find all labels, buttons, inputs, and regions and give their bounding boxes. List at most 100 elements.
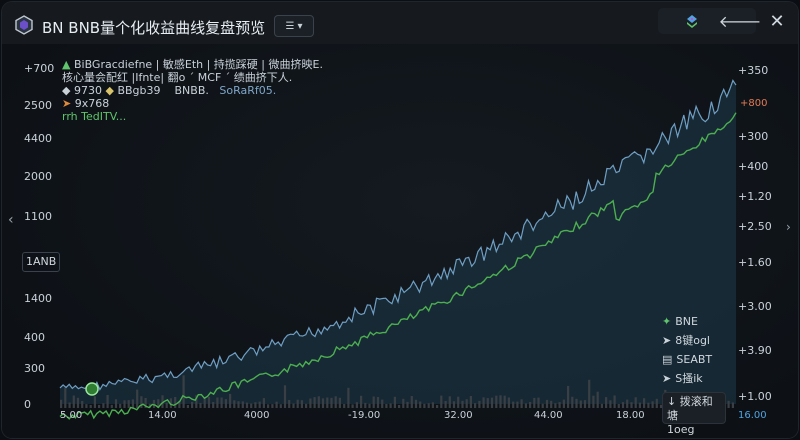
volume-bar xyxy=(81,401,84,408)
volume-bar xyxy=(283,385,287,408)
layers-icon xyxy=(687,15,697,28)
volume-bar xyxy=(182,375,185,408)
volume-bar xyxy=(351,404,354,408)
y-axis-right-label: +2.50 xyxy=(738,220,772,233)
legend-line-2: 核心量会配红 |Ifnte| 翻o ˊ MCF ˊ 绩曲挤下人. xyxy=(62,71,293,84)
volume-bar xyxy=(537,397,540,408)
legend-arrow-icon: ➤ xyxy=(62,97,72,110)
volume-bar xyxy=(250,403,253,408)
volume-bar xyxy=(524,403,527,408)
volume-bar xyxy=(267,404,270,408)
volume-bar xyxy=(452,401,456,408)
legend-item-value: 9730 xyxy=(73,84,102,97)
x-axis-label: 18.00 xyxy=(616,410,645,421)
volume-bar xyxy=(123,400,126,408)
y-axis-left-label: 300 xyxy=(24,362,45,375)
volume-bar xyxy=(381,399,384,408)
volume-bar xyxy=(533,397,536,408)
volume-bar xyxy=(393,396,396,408)
volume-bar xyxy=(478,400,481,408)
series-legend-item[interactable]: ▤ SEABT xyxy=(662,350,712,369)
start-marker-icon xyxy=(85,382,99,396)
export-button[interactable]: ↓ 拨滚和塘 1oeg xyxy=(662,392,726,436)
legend-item-label: SoRaRf05. xyxy=(219,84,277,97)
arrow-icon: ➤ xyxy=(662,334,672,347)
volume-bar xyxy=(613,395,616,408)
volume-bar xyxy=(102,403,105,408)
series-legend: ✦ BNE ➤ 8键ogl ▤ SEABT ➤ S搔ik xyxy=(662,312,712,388)
volume-bar xyxy=(131,399,134,408)
volume-bar xyxy=(605,397,608,408)
back-button[interactable]: 🡐 xyxy=(719,8,762,34)
volume-bar xyxy=(529,402,532,408)
volume-bar xyxy=(110,404,113,408)
volume-bar xyxy=(638,402,641,408)
series-legend-item[interactable]: ✦ BNE xyxy=(662,312,712,331)
volume-bar xyxy=(410,396,413,408)
back-arrow-icon: 🡐 xyxy=(718,12,762,31)
volume-bar xyxy=(436,405,439,408)
volume-bar xyxy=(152,399,156,408)
volume-bar xyxy=(554,403,557,408)
volume-bar xyxy=(550,400,553,408)
chevron-right-icon[interactable]: › xyxy=(786,220,791,234)
volume-bar xyxy=(313,397,316,408)
volume-bar xyxy=(245,402,249,408)
volume-bar xyxy=(520,399,523,408)
volume-bar xyxy=(592,395,595,408)
volume-bar xyxy=(355,402,358,408)
series-legend-item[interactable]: ➤ 8键ogl xyxy=(662,331,712,350)
volume-bar xyxy=(630,402,633,408)
volume-bar xyxy=(334,396,337,408)
asset-selector[interactable]: 1ANB xyxy=(22,252,61,272)
view-toggle-button[interactable]: ☰ ▾ xyxy=(274,15,314,37)
volume-bar xyxy=(376,397,380,408)
volume-bar xyxy=(89,404,92,408)
chart-area[interactable]: ▲ BiBGracdiefne | 敏感Eth | 持揽踩硬 | 微曲挤映E. … xyxy=(2,44,798,438)
close-button[interactable]: ✕ xyxy=(764,8,790,34)
volume-bar xyxy=(486,398,489,408)
volume-bar xyxy=(237,401,240,408)
series-legend-item[interactable]: ➤ S搔ik xyxy=(662,369,712,388)
volume-bar xyxy=(98,404,101,408)
volume-bar xyxy=(262,398,265,408)
legend-line-4: 9x768 xyxy=(74,97,110,110)
volume-bar xyxy=(655,398,658,408)
volume-bar xyxy=(406,401,409,408)
layers-button[interactable] xyxy=(674,8,710,34)
list-icon: ☰ xyxy=(285,20,295,32)
volume-bar xyxy=(271,404,274,408)
volume-bar xyxy=(174,397,177,408)
volume-bar xyxy=(588,379,591,408)
volume-bar xyxy=(465,399,468,408)
y-axis-right-label: +3.90 xyxy=(738,344,772,357)
volume-bar xyxy=(60,399,63,408)
volume-bar xyxy=(140,396,143,408)
volume-bar xyxy=(402,398,405,408)
y-axis-right-label: +1.00 xyxy=(738,390,772,403)
volume-bar xyxy=(495,395,498,408)
export-button-label: ↓ 拨滚和塘 xyxy=(667,395,713,422)
volume-bar xyxy=(512,401,515,408)
x-axis-label: -19.00 xyxy=(348,410,381,421)
volume-bar xyxy=(326,397,329,408)
x-axis-label: 16.00 xyxy=(738,410,767,421)
app-logo-icon xyxy=(15,15,33,35)
volume-bar xyxy=(199,402,202,408)
volume-bar xyxy=(389,403,392,408)
chevron-left-icon[interactable]: ‹ xyxy=(8,212,14,228)
volume-bar xyxy=(567,385,570,408)
volume-bar xyxy=(634,397,637,408)
volume-bar xyxy=(343,404,346,408)
volume-bar xyxy=(469,396,472,408)
volume-bar xyxy=(372,396,375,408)
volume-bar xyxy=(419,401,422,408)
volume-bar xyxy=(64,387,67,408)
legend-item-marker: ◆ xyxy=(62,84,71,97)
volume-bar xyxy=(423,403,426,408)
bars-icon: ▤ xyxy=(662,353,673,366)
legend-item-label: BBgb39 xyxy=(117,84,161,97)
volume-bar xyxy=(76,397,80,408)
diamond-green-icon: ✦ xyxy=(662,315,672,328)
volume-bar xyxy=(427,403,430,408)
